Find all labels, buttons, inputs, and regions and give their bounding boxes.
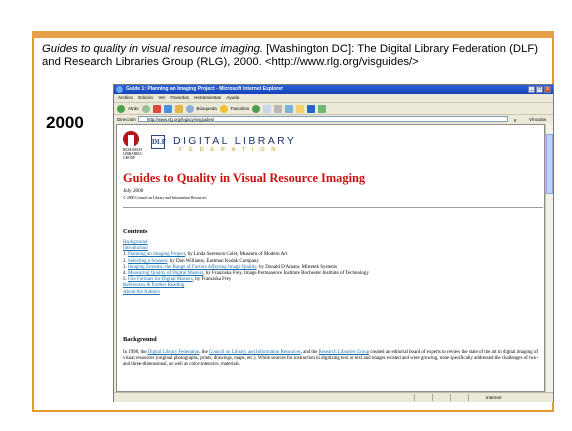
home-icon[interactable] <box>174 104 183 113</box>
links-label[interactable]: Vínculos <box>529 115 546 124</box>
contents-list: Background Introduction 1. Planning an I… <box>123 240 543 296</box>
mail-icon[interactable] <box>263 104 272 113</box>
page-date: July 2000 <box>123 188 144 194</box>
minimize-button[interactable]: _ <box>528 86 535 93</box>
folder-icon[interactable] <box>296 104 305 113</box>
page-title: Guides to Quality in Visual Resource Ima… <box>123 171 366 185</box>
menu-archivo[interactable]: Archivo <box>118 95 133 100</box>
messenger-icon[interactable] <box>318 104 327 113</box>
favorites-icon[interactable] <box>219 104 228 113</box>
history-icon[interactable] <box>252 104 261 113</box>
window-controls: _ □ x <box>528 86 551 93</box>
dlf-logo-name: DIGITAL LIBRARY <box>173 135 297 147</box>
contents-link[interactable]: References & Further Reading <box>123 283 184 288</box>
menu-bar: Archivo Edición Ver Favoritos Herramient… <box>114 94 553 102</box>
rlg-logo[interactable]: RESEARCH LIBRARIES GROUP <box>123 131 142 160</box>
contents-link[interactable]: File Formats for Digital Masters <box>128 277 193 282</box>
browser-window: Guide 1: Planning an Imaging Project - M… <box>113 84 554 402</box>
status-zone: Internet <box>486 395 502 400</box>
contents-link[interactable]: Measuring Quality of Digital Masters <box>128 271 203 276</box>
window-titlebar[interactable]: Guide 1: Planning an Imaging Project - M… <box>114 85 553 94</box>
slide-year: 2000 <box>46 113 84 132</box>
clir-link[interactable]: Council on Library and Information Resou… <box>209 350 301 355</box>
rlg-logo-text: RESEARCH LIBRARIES GROUP <box>123 148 142 160</box>
menu-ayuda[interactable]: Ayuda <box>226 95 239 100</box>
print-icon[interactable] <box>274 104 283 113</box>
search-label[interactable]: Búsqueda <box>197 106 217 111</box>
header-logos: RESEARCH LIBRARIES GROUP DLF DIGITAL LIB… <box>123 129 543 169</box>
status-bar: Internet <box>114 392 553 402</box>
slide-accent-bar <box>32 31 554 38</box>
contents-link[interactable]: Background <box>123 240 147 245</box>
status-divider <box>432 394 433 401</box>
menu-edicion[interactable]: Edición <box>138 95 153 100</box>
contents-heading: Contents <box>123 228 148 235</box>
rlg-logo-icon <box>123 131 139 147</box>
status-divider <box>414 394 415 401</box>
favorites-label[interactable]: Favoritos <box>231 106 250 111</box>
maximize-button[interactable]: □ <box>536 86 543 93</box>
back-icon[interactable] <box>117 104 125 113</box>
address-input[interactable]: http://www.rlg.org/legacy/visguides/ <box>138 116 508 122</box>
dlf-logo-icon[interactable]: DLF <box>151 135 166 149</box>
dlf-logo-sub: FEDERATION <box>179 147 283 153</box>
address-bar: Dirección http://www.rlg.org/legacy/visg… <box>114 114 553 124</box>
search-icon[interactable] <box>185 104 194 113</box>
dlf-link[interactable]: Digital Library Federation <box>148 350 200 355</box>
scrollbar-thumb[interactable] <box>546 134 553 194</box>
caption-title: Guides to quality in visual resource ima… <box>42 43 264 55</box>
menu-herramientas[interactable]: Herramientas <box>194 95 221 100</box>
forward-icon[interactable] <box>141 104 150 113</box>
status-divider <box>468 394 469 401</box>
back-label[interactable]: Atrás <box>128 106 139 111</box>
ie-icon <box>116 86 123 93</box>
refresh-icon[interactable] <box>163 104 172 113</box>
slide-caption: Guides to quality in visual resource ima… <box>42 43 547 69</box>
bluetooth-icon[interactable] <box>307 104 316 113</box>
background-heading: Background <box>123 336 157 343</box>
edit-icon[interactable] <box>285 104 294 113</box>
contents-link[interactable]: About the Authors <box>123 290 160 295</box>
contents-item: About the Authors <box>123 290 543 296</box>
background-paragraph: In 1998, the Digital Library Federation,… <box>123 350 538 368</box>
window-title: Guide 1: Planning an Imaging Project - M… <box>126 86 283 92</box>
page-copyright: © 2000 Council on Library and Informatio… <box>123 196 207 200</box>
menu-favoritos[interactable]: Favoritos <box>170 95 189 100</box>
contents-link[interactable]: Planning an Imaging Project <box>128 252 185 257</box>
menu-ver[interactable]: Ver <box>158 95 165 100</box>
toolbar: Atrás Búsqueda Favoritos <box>114 102 553 114</box>
status-divider <box>450 394 451 401</box>
contents-link[interactable]: Imaging Systems: the Range of Factors Af… <box>128 265 256 270</box>
contents-link[interactable]: Selecting a Scanner <box>128 259 167 264</box>
page-viewport: RESEARCH LIBRARIES GROUP DLF DIGITAL LIB… <box>116 124 545 392</box>
address-label: Dirección <box>117 117 136 122</box>
vertical-scrollbar[interactable] <box>545 124 553 392</box>
close-button[interactable]: x <box>544 86 551 93</box>
rlg-link[interactable]: Research Libraries Group <box>319 350 370 355</box>
stop-icon[interactable] <box>152 104 161 113</box>
contents-link[interactable]: Introduction <box>123 246 148 251</box>
divider <box>123 207 543 208</box>
slide: Guides to quality in visual resource ima… <box>0 0 572 431</box>
